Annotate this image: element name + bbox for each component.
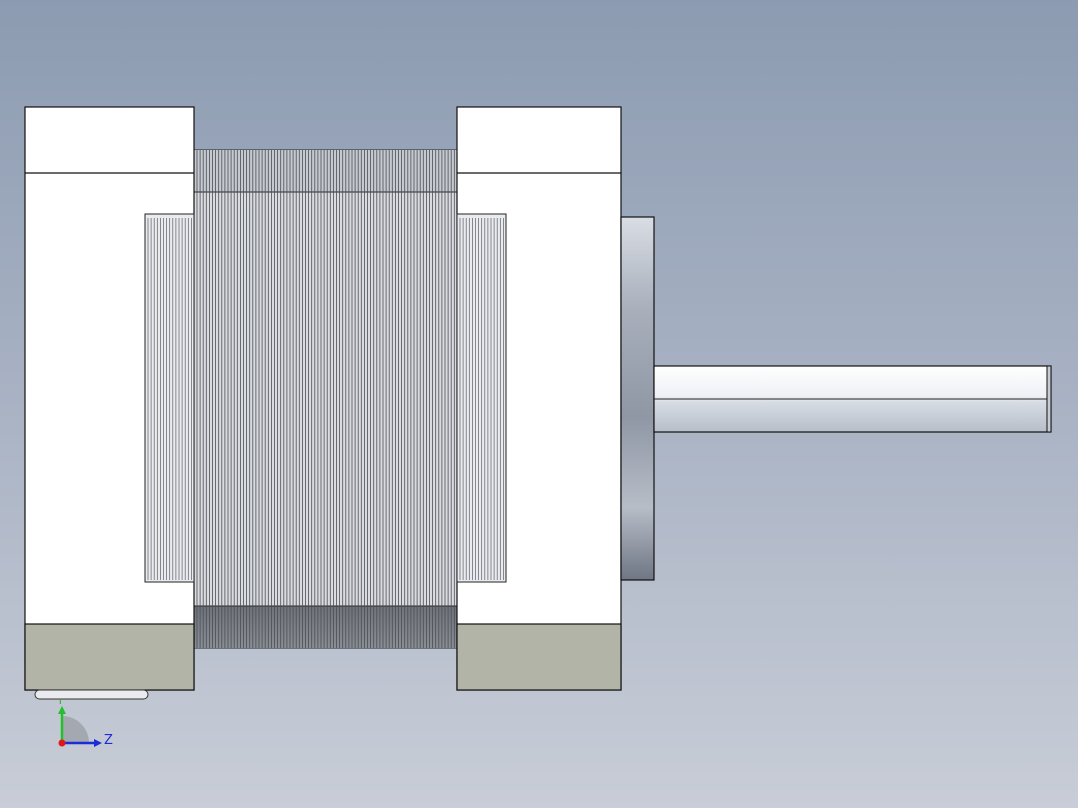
z-axis-label: Z bbox=[104, 733, 113, 748]
stepper-motor-model[interactable] bbox=[0, 0, 1078, 808]
z-arrow-icon bbox=[94, 739, 102, 747]
x-axis-icon bbox=[58, 739, 66, 747]
stator-fins bbox=[193, 149, 458, 649]
cad-viewport[interactable]: Y Z bbox=[0, 0, 1078, 808]
y-axis-label: Y bbox=[56, 700, 64, 707]
cable-slot bbox=[34, 689, 149, 700]
mounting-flange bbox=[620, 216, 655, 581]
output-shaft bbox=[653, 365, 1052, 433]
orientation-triad: Y Z bbox=[56, 700, 113, 748]
triad-arc bbox=[62, 716, 89, 743]
rear-end-cap bbox=[24, 106, 195, 691]
y-arrow-icon bbox=[58, 706, 66, 714]
